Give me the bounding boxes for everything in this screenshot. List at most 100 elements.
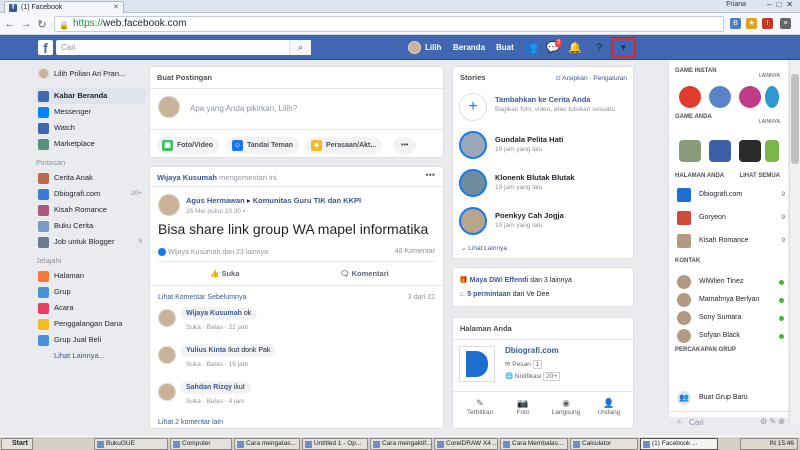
page-action-button[interactable]: ◉ Langsung — [545, 398, 587, 416]
chat-search-input[interactable]: Cari — [689, 418, 704, 427]
explore-item[interactable]: Penggalangan Dana — [36, 316, 146, 332]
game-icon[interactable] — [679, 140, 701, 162]
rail-page-item[interactable]: Kisah Romance 9 — [677, 233, 787, 249]
contact-item[interactable]: WiWlien Tinez — [677, 274, 787, 290]
feeling-activity-button[interactable]: ☻ Perasaan/Akt... — [306, 137, 383, 154]
page-notifications-link[interactable]: Notifikasi — [515, 373, 541, 380]
scrollbar-thumb[interactable] — [791, 74, 799, 164]
language-indicator[interactable]: IN — [769, 440, 776, 447]
more-replies-link[interactable]: Lihat 2 komentar lain — [158, 419, 223, 426]
tag-friends-button[interactable]: ☺ Tandai Teman — [227, 137, 300, 154]
commenter-name[interactable]: Yulius Kinta — [186, 347, 226, 354]
see-more-link[interactable]: Lihat Lainnya... — [36, 348, 146, 364]
adblock-icon[interactable]: ! — [762, 18, 773, 29]
post-timestamp[interactable]: 26 Mei pukul 23.00 — [186, 208, 241, 215]
commenter-avatar[interactable] — [158, 309, 176, 327]
instant-game-icon[interactable] — [765, 86, 779, 108]
game-icon[interactable] — [765, 140, 779, 162]
instant-game-icon[interactable] — [709, 86, 731, 108]
shortcut-item[interactable]: Cerita Anak — [36, 170, 146, 186]
commenter-name[interactable]: Sahdan Rizqy — [186, 384, 232, 391]
story-item[interactable]: Poenkyy Cah Jogja 19 jam yang lalu — [459, 205, 624, 241]
main-nav-item[interactable]: Watch — [36, 120, 146, 136]
start-button[interactable]: Start — [1, 438, 33, 450]
shortcut-item[interactable]: Job untuk Blogger 9 — [36, 234, 146, 250]
notifications-bell-icon[interactable]: 🔔 — [568, 41, 582, 55]
contact-item[interactable]: Sofyan Black — [677, 328, 787, 344]
facebook-logo-icon[interactable]: f — [38, 40, 53, 56]
page-messages-link[interactable]: Pesan — [512, 361, 530, 368]
explore-item[interactable]: Acara — [36, 300, 146, 316]
contact-item[interactable]: Mamahnya Berlyan — [677, 292, 787, 308]
taskbar-window-button[interactable]: Calculator — [570, 438, 638, 450]
page-scrollbar[interactable] — [789, 60, 800, 425]
taskbar-window-button[interactable]: Cara mengaktif... — [370, 438, 432, 450]
forward-icon[interactable]: → — [20, 18, 32, 30]
instant-game-icon[interactable] — [739, 86, 761, 108]
story-item[interactable]: Klonenk Blutak Blutak 19 jam yang lalu — [459, 167, 624, 203]
commenter-avatar[interactable] — [158, 346, 176, 364]
contact-item[interactable]: Sony Sumara — [677, 310, 787, 326]
add-story-plus-icon[interactable]: + — [459, 93, 487, 121]
rail-page-item[interactable]: Dbiografi.com 9 — [677, 187, 787, 203]
taskbar-window-button[interactable]: Cara Membalas... — [500, 438, 568, 450]
post-options-icon[interactable]: ••• — [426, 170, 435, 180]
profile-avatar[interactable] — [408, 41, 421, 54]
post-comments-count[interactable]: 48 Komentar — [395, 248, 435, 255]
taskbar-window-button[interactable]: Cara mengatas... — [234, 438, 300, 450]
taskbar-window-button[interactable]: BukuGUE — [94, 438, 168, 450]
composer-more-button[interactable]: ••• — [393, 137, 417, 154]
url-input[interactable]: 🔒 https://web.facebook.com — [54, 16, 724, 32]
main-nav-item[interactable]: Marketplace — [36, 136, 146, 152]
birthday-name[interactable]: Maya DWi Effendi — [470, 277, 529, 284]
home-link[interactable]: Beranda — [453, 43, 485, 52]
page-name-link[interactable]: Dbiografi.com — [505, 346, 559, 355]
game-icon[interactable] — [739, 140, 761, 162]
browser-tab[interactable]: f (1) Facebook ✕ — [4, 1, 124, 13]
instant-game-icon[interactable] — [679, 86, 701, 108]
post-author-link[interactable]: Agus Hermawan — [186, 196, 245, 205]
explore-item[interactable]: Grup — [36, 284, 146, 300]
search-icon[interactable]: ⌕ — [289, 40, 311, 55]
search-input[interactable]: Cari ⌕ — [56, 40, 311, 55]
explore-item[interactable]: Grup Jual Beli — [36, 332, 146, 348]
taskbar-window-button[interactable]: Computer — [170, 438, 232, 450]
comment-meta[interactable]: Suka · Balas · 4 jam — [186, 398, 245, 405]
comment-meta[interactable]: Suka · Balas · 22 jam — [186, 324, 248, 331]
main-nav-item[interactable]: Kabar Beranda — [36, 88, 146, 104]
shortcut-item[interactable]: Dbiografi.com 20+ — [36, 186, 146, 202]
add-story-title[interactable]: Tambahkan ke Cerita Anda — [495, 95, 590, 104]
photo-video-button[interactable]: ▣ Foto/Video — [157, 137, 220, 154]
see-all-pages-link[interactable]: LIHAT SEMUA — [739, 173, 780, 179]
taskbar-window-button[interactable]: Untitled 1 - Op... — [302, 438, 368, 450]
account-menu-caret-icon[interactable]: ▼ — [611, 37, 636, 58]
taskbar-window-button[interactable]: (1) Facebook ... — [640, 438, 718, 450]
window-controls[interactable]: –□✕ — [767, 0, 798, 9]
explore-item[interactable]: Halaman — [36, 268, 146, 284]
shortcut-item[interactable]: Buku Cerita — [36, 218, 146, 234]
star-icon[interactable]: ★ — [746, 18, 757, 29]
shortcut-item[interactable]: Kisah Romance — [36, 202, 146, 218]
help-icon[interactable]: ? — [592, 41, 606, 55]
rail-page-item[interactable]: Goryeon 9 — [677, 210, 787, 226]
browser-profile-name[interactable]: Friana — [726, 1, 746, 8]
page-thumbnail[interactable] — [459, 346, 495, 382]
close-tab-icon[interactable]: ✕ — [113, 3, 119, 11]
friend-requests-icon[interactable]: 👥 — [524, 41, 538, 55]
create-group-button[interactable]: 👥 Buat Grup Baru — [677, 390, 787, 406]
story-settings-link[interactable]: Pengaturan — [593, 75, 627, 82]
chrome-menu-icon[interactable]: ≡ — [780, 18, 791, 29]
composer-input[interactable]: Apa yang Anda pikirkan, Lilih? — [190, 104, 297, 113]
your-games-more-link[interactable]: LAINNYA — [759, 119, 780, 125]
comment-meta[interactable]: Suka · Balas · 19 jam — [186, 361, 248, 368]
extension-icon[interactable]: B — [730, 18, 741, 29]
commenter-name[interactable]: Wijaya Kusumah — [186, 310, 242, 317]
instant-games-more-link[interactable]: LAINNYA — [759, 73, 780, 79]
create-link[interactable]: Buat — [496, 43, 514, 52]
game-icon[interactable] — [709, 140, 731, 162]
post-sharer-link[interactable]: Wijaya Kusumah — [157, 173, 217, 182]
page-action-button[interactable]: 👤 Undang — [588, 398, 630, 416]
like-button[interactable]: 👍 Suka — [210, 269, 239, 278]
main-nav-item[interactable]: Messenger — [36, 104, 146, 120]
previous-comments-link[interactable]: Lihat Komentar Sebelumnya — [158, 294, 246, 301]
